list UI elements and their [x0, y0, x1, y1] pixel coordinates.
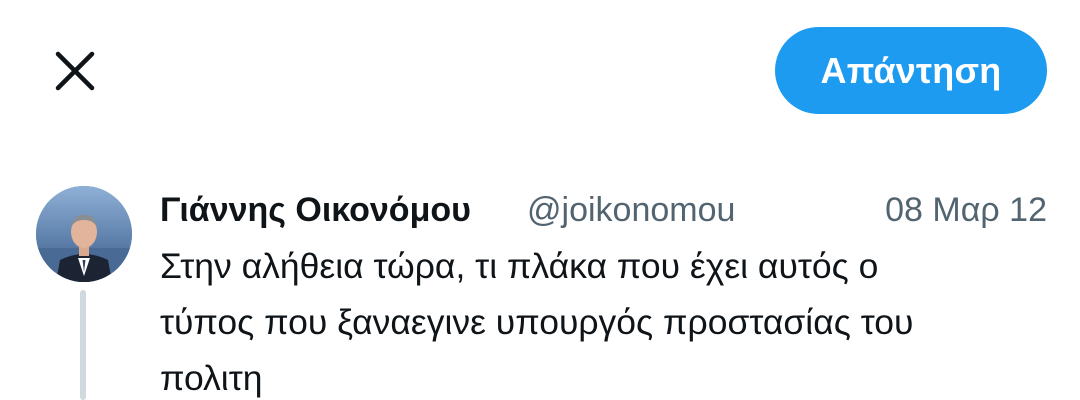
tweet-date[interactable]: 08 Μαρ 12 [885, 187, 1047, 233]
author-name[interactable]: Γιάννης Οικονόμου [160, 187, 471, 233]
tweet-header: Γιάννης Οικονόμου @joikonomou 08 Μαρ 12 [160, 187, 1050, 233]
avatar[interactable] [36, 186, 132, 282]
author-handle[interactable]: @joikonomou [527, 187, 735, 233]
tweet-text: Στην αλήθεια τώρα, τι πλάκα που έχει αυτ… [160, 246, 914, 398]
close-icon [55, 51, 95, 91]
reply-button[interactable]: Απάντηση [775, 27, 1047, 114]
tweet-detail-screen: Απάντηση Γιάννης Οικονόμου @joikonomou 0… [0, 0, 1080, 400]
thread-connector-line [80, 290, 86, 400]
close-button[interactable] [50, 46, 100, 96]
